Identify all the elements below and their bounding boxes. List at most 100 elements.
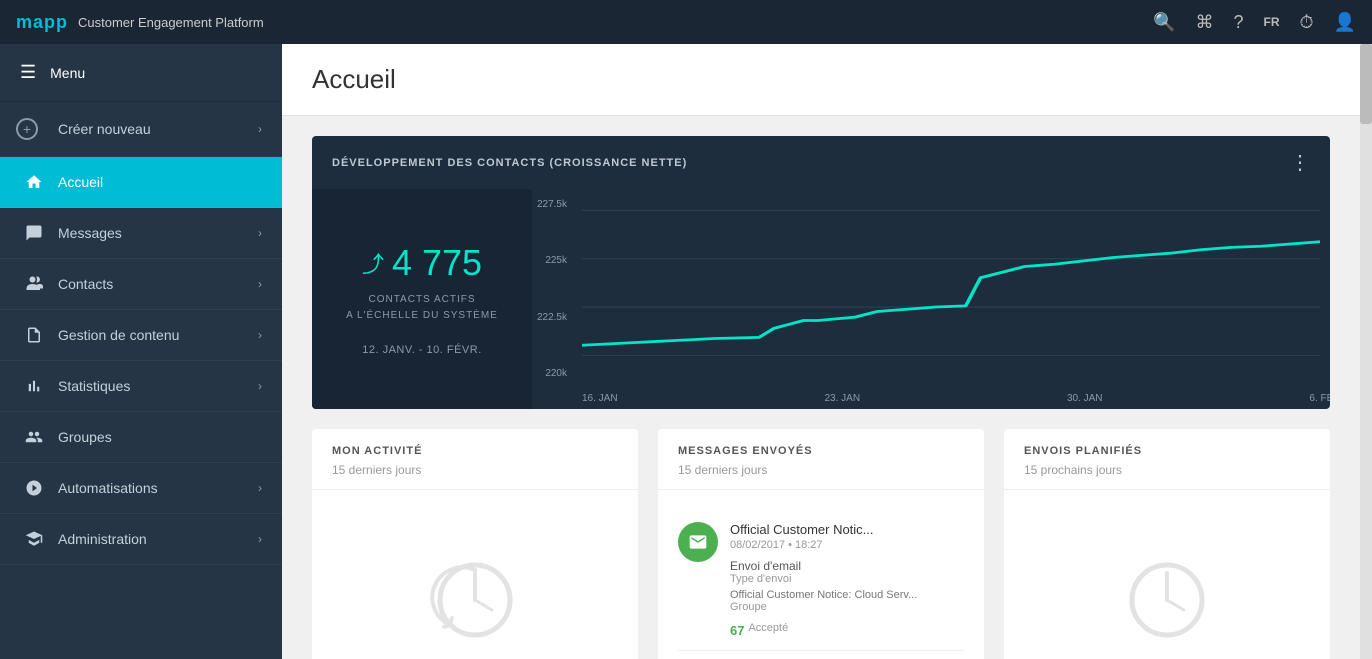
chart-header: DÉVELOPPEMENT DES CONTACTS (CROISSANCE N… — [312, 136, 1330, 189]
sidebar-item-label: Administration — [58, 531, 258, 547]
trend-up-icon: ⤴ — [362, 247, 384, 279]
chart-title: DÉVELOPPEMENT DES CONTACTS (CROISSANCE N… — [332, 157, 687, 169]
y-label-2: 225k — [532, 255, 572, 266]
message-group-sub: Groupe — [730, 601, 964, 613]
message-item: Official Customer Notic... 08/02/2017 • … — [678, 510, 964, 651]
sidebar-item-groupes[interactable]: Groupes — [0, 412, 282, 463]
content-icon — [20, 326, 48, 344]
card-subtitle-activite: 15 derniers jours — [332, 463, 618, 477]
card-subtitle-planifies: 15 prochains jours — [1024, 463, 1310, 477]
message-group-block: Official Customer Notice: Cloud Serv... … — [730, 589, 964, 613]
message-stat-value: 67 — [730, 623, 744, 638]
chart-y-labels: 227.5k 225k 222.5k 220k — [532, 199, 572, 379]
clock-icon[interactable]: ⏱ — [1300, 12, 1314, 33]
card-header-messages: MESSAGES ENVOYÉS 15 derniers jours — [658, 429, 984, 490]
chart-stat-value: ⤴ 4 775 — [362, 242, 482, 284]
auto-icon — [20, 479, 48, 497]
x-label-4: 6. FEB — [1309, 393, 1330, 404]
logo-area: mapp Customer Engagement Platform — [16, 11, 264, 33]
plus-circle-icon: + — [16, 118, 38, 140]
card-body-planifies — [1004, 490, 1330, 659]
layout: ☰ Menu + Créer nouveau › Accueil Message… — [0, 44, 1372, 659]
chevron-right-icon: › — [258, 226, 262, 240]
chevron-right-icon: › — [258, 481, 262, 495]
y-label-3: 222.5k — [532, 312, 572, 323]
card-title-planifies: ENVOIS PLANIFIÉS — [1024, 445, 1310, 457]
card-title-activite: MON ACTIVITÉ — [332, 445, 618, 457]
admin-icon — [20, 530, 48, 548]
card-title-messages: MESSAGES ENVOYÉS — [678, 445, 964, 457]
card-body-activite — [312, 490, 638, 659]
menu-label: Menu — [50, 65, 85, 81]
main-content-area: Accueil DÉVELOPPEMENT DES CONTACTS (CROI… — [282, 44, 1360, 659]
menu-toggle[interactable]: ☰ Menu — [0, 44, 282, 102]
help-icon[interactable]: ? — [1234, 12, 1244, 33]
user-icon[interactable]: 👤 — [1334, 12, 1356, 33]
x-label-2: 23. JAN — [824, 393, 860, 404]
topbar-icons: 🔍 ⌘ ? FR ⏱ 👤 — [1153, 12, 1356, 33]
sidebar-item-gestion-contenu[interactable]: Gestion de contenu › — [0, 310, 282, 361]
message-name: Official Customer Notic... — [730, 522, 964, 537]
sidebar-item-label: Contacts — [58, 276, 258, 292]
language-selector[interactable]: FR — [1264, 15, 1280, 29]
scrollbar-thumb[interactable] — [1360, 44, 1372, 124]
x-label-1: 16. JAN — [582, 393, 618, 404]
chart-card: DÉVELOPPEMENT DES CONTACTS (CROISSANCE N… — [312, 136, 1330, 409]
x-label-3: 30. JAN — [1067, 393, 1103, 404]
card-header-planifies: ENVOIS PLANIFIÉS 15 prochains jours — [1004, 429, 1330, 490]
sidebar-item-messages[interactable]: Messages › — [0, 208, 282, 259]
planifies-clock-icon — [1122, 555, 1212, 645]
search-icon[interactable]: 🔍 — [1153, 12, 1175, 33]
message-type-sub: Type d'envoi — [730, 573, 964, 585]
chart-svg — [582, 199, 1320, 379]
contacts-icon — [20, 275, 48, 293]
chart-right-panel: 227.5k 225k 222.5k 220k — [532, 189, 1330, 409]
scrollbar-track[interactable] — [1360, 44, 1372, 659]
sidebar-item-automatisations[interactable]: Automatisations › — [0, 463, 282, 514]
stats-icon — [20, 377, 48, 395]
sidebar-item-label: Accueil — [58, 174, 262, 190]
sidebar-item-label: Gestion de contenu — [58, 327, 258, 343]
y-label-1: 227.5k — [532, 199, 572, 210]
sidebar-item-label: Statistiques — [58, 378, 258, 394]
chart-menu-icon[interactable]: ⋮ — [1290, 150, 1310, 175]
page-header: Accueil — [282, 44, 1360, 116]
chart-date-range: 12. JANV. - 10. FÉVR. — [362, 344, 482, 356]
message-avatar — [678, 522, 718, 562]
message-group: Official Customer Notice: Cloud Serv... — [730, 589, 964, 601]
cards-row: MON ACTIVITÉ 15 derniers jours — [312, 429, 1330, 659]
sidebar-item-contacts[interactable]: Contacts › — [0, 259, 282, 310]
chart-left-panel: ⤴ 4 775 CONTACTS ACTIFS A L'ÉCHELLE DU S… — [312, 189, 532, 409]
page-title: Accueil — [312, 64, 1330, 95]
home-icon — [20, 173, 48, 191]
sidebar-item-statistiques[interactable]: Statistiques › — [0, 361, 282, 412]
sidebar-item-creer-nouveau[interactable]: + Créer nouveau › — [0, 102, 282, 157]
message-icon — [20, 224, 48, 242]
message-type: Envoi d'email — [730, 559, 964, 573]
grid-icon[interactable]: ⌘ — [1196, 12, 1214, 33]
sidebar-item-administration[interactable]: Administration › — [0, 514, 282, 565]
card-header-activite: MON ACTIVITÉ 15 derniers jours — [312, 429, 638, 490]
sidebar-item-accueil[interactable]: Accueil — [0, 157, 282, 208]
sidebar-item-label: Messages — [58, 225, 258, 241]
sidebar-item-label: Automatisations — [58, 480, 258, 496]
hamburger-icon: ☰ — [20, 62, 36, 83]
sidebar: ☰ Menu + Créer nouveau › Accueil Message… — [0, 44, 282, 659]
message-type-block: Envoi d'email Type d'envoi — [730, 559, 964, 585]
chart-x-labels: 16. JAN 23. JAN 30. JAN 6. FEB — [582, 393, 1330, 404]
message-stat-block: 67 Accepté — [730, 617, 964, 638]
app-title: Customer Engagement Platform — [78, 15, 264, 30]
chevron-right-icon: › — [258, 532, 262, 546]
sidebar-item-label: Créer nouveau — [58, 121, 258, 137]
chevron-right-icon: › — [258, 328, 262, 342]
svg-text:mapp: mapp — [16, 12, 68, 32]
mapp-logo: mapp — [16, 11, 68, 33]
activity-clock-icon — [430, 555, 520, 645]
card-mon-activite: MON ACTIVITÉ 15 derniers jours — [312, 429, 638, 659]
groups-icon — [20, 428, 48, 446]
card-body-messages: Official Customer Notic... 08/02/2017 • … — [658, 490, 984, 659]
card-messages-envoyes: MESSAGES ENVOYÉS 15 derniers jours Offic… — [658, 429, 984, 659]
message-date: 08/02/2017 • 18:27 — [730, 539, 964, 551]
chevron-right-icon: › — [258, 277, 262, 291]
card-envois-planifies: ENVOIS PLANIFIÉS 15 prochains jours — [1004, 429, 1330, 659]
